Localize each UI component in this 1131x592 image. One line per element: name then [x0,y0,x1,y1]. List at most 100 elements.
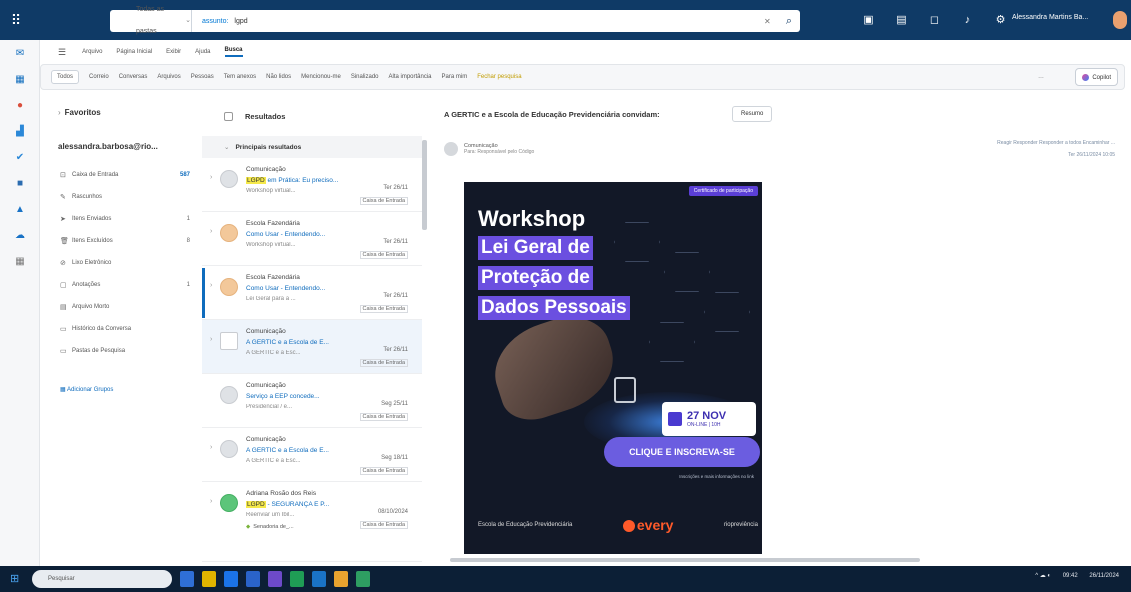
workshop-banner-image[interactable]: Certificado de participação Workshop Lei… [464,182,762,554]
outlook-icon[interactable] [246,571,260,587]
onedrive-icon[interactable]: ▲ [0,196,40,222]
email-actions[interactable]: Reagir Responder Responder a todos Encam… [997,140,1115,146]
menu-item-ajuda[interactable]: Ajuda [195,49,210,55]
expand-icon[interactable]: › [210,282,212,289]
app-icon[interactable] [356,571,370,587]
hex-decoration [614,222,660,262]
list-item[interactable]: › Comunicação A GERTIC e a Escola de E..… [202,320,422,374]
filter-has-attachments[interactable]: Tem anexos [224,74,256,80]
menu-item-busca[interactable]: Busca [224,47,243,57]
calendar-icon[interactable]: ▦ [0,66,40,92]
item-checkbox[interactable] [220,332,238,350]
menu-item-exibir[interactable]: Exibir [166,49,181,55]
tray-icons[interactable]: ^ ☁ ◐ [1035,573,1051,579]
word-taskbar-icon[interactable] [312,571,326,587]
gear-icon[interactable]: ⚙ [992,11,1009,29]
edge-icon[interactable] [224,571,238,587]
list-item[interactable]: Comunicação Serviço a EEP concede... Pre… [202,374,422,428]
folder-inbox[interactable]: ⊡ Caixa de Entrada 587 [60,164,190,186]
notes-icon[interactable]: ▤ [893,11,910,29]
chat-icon[interactable]: ◻ [926,11,943,29]
favorites-header[interactable]: › Favoritos [58,108,101,117]
clock-date[interactable]: 26/11/2024 [1089,573,1119,579]
avatar[interactable] [1113,11,1127,29]
message-subject: Como Usar - Entendendo... [246,231,326,238]
teams-icon[interactable]: ▣ [860,11,877,29]
excel-icon[interactable] [290,571,304,587]
avatar [220,494,238,512]
scrollbar-thumb[interactable] [450,558,920,562]
app-launcher-icon[interactable]: ⠿ [8,12,24,28]
filter-to-me[interactable]: Para mim [442,74,468,80]
search-field-label: assunto: [202,17,229,25]
banner-line-3: Dados Pessoais [478,296,630,320]
list-item[interactable]: › Escola Fazendária Como Usar - Entenden… [202,212,422,266]
list-scrollbar[interactable] [422,140,427,230]
taskbar-search[interactable]: Pesquisar [32,570,172,588]
list-item[interactable]: › Escola Fazendária Como Usar - Entenden… [202,266,422,320]
filter-conversations[interactable]: Conversas [119,74,148,80]
archive-icon: ▤ [60,304,67,311]
filter-flagged[interactable]: Sinalizado [351,74,379,80]
chrome-icon[interactable] [334,571,348,587]
hamburger-icon[interactable]: ☰ [58,47,66,58]
expand-icon[interactable]: › [210,228,212,235]
file-explorer-icon[interactable] [202,571,216,587]
search-box[interactable]: Todas as pastas ⌄ assunto: lgpd ✕ ⌕ [110,6,800,35]
cloud-icon[interactable]: ☁ [0,222,40,248]
filter-people[interactable]: Pessoas [191,74,214,80]
register-button[interactable]: CLIQUE E INSCREVA-SE [604,437,760,467]
filter-mentions[interactable]: Mencionou-me [301,74,341,80]
folder-junk[interactable]: ⊘ Lixo Eletrônico [60,252,190,274]
search-icon[interactable]: ⌕ [778,15,800,28]
copilot-button[interactable]: Copilot [1075,68,1118,86]
folder-notes[interactable]: ▢ Anotações 1 [60,274,190,296]
account-name[interactable]: alessandra.barbosa@rio... [58,142,158,151]
avatar[interactable] [444,142,458,156]
menu-item-arquivo[interactable]: Arquivo [82,49,102,55]
expand-icon[interactable]: › [210,336,212,343]
teams-taskbar-icon[interactable] [268,571,282,587]
filter-mail[interactable]: Correio [89,74,109,80]
filter-unread[interactable]: Não lidos [266,74,291,80]
horizontal-scrollbar[interactable] [430,556,1131,564]
groups-icon[interactable]: ▟ [0,118,40,144]
folder-search-folders[interactable]: ▭ Pastas de Pesquisa [60,340,190,362]
close-search-button[interactable]: Fechar pesquisa [477,74,521,80]
clock-time[interactable]: 09:42 [1063,573,1078,579]
taskview-icon[interactable] [180,571,194,587]
filter-all-chip[interactable]: Todos [51,70,80,84]
folder-conversation-history[interactable]: ▭ Histórico da Conversa [60,318,190,340]
windows-start-icon[interactable]: ⊞ [10,572,24,586]
folder-tag: Caixa de Entrada [359,359,408,367]
expand-icon[interactable]: › [210,498,212,505]
folder-archive[interactable]: ▤ Arquivo Morto [60,296,190,318]
people-icon[interactable]: ● [0,92,40,118]
todo-icon[interactable]: ✔ [0,144,40,170]
more-apps-icon[interactable]: ▦ [0,248,40,274]
more-options-icon[interactable]: … [1038,74,1044,80]
clear-search-icon[interactable]: ✕ [764,17,778,26]
list-item[interactable]: › Comunicação A GERTIC e a Escola de E..… [202,428,422,482]
mail-icon[interactable]: ✉ [0,40,40,66]
search-input[interactable]: assunto: lgpd [192,18,764,25]
section-header[interactable]: ⌄ Principais resultados [202,136,422,158]
menu-item-pagina-inicial[interactable]: Página Inicial [116,49,152,55]
user-name[interactable]: Alessandra Martins Ba... [1012,14,1088,21]
list-item[interactable]: › Adriana Rosão dos Reis LGPD - SEGURANÇ… [202,482,422,562]
add-groups-link[interactable]: ▦ Adicionar Grupos [60,386,113,393]
folder-sent[interactable]: ➤ Itens Enviados 1 [60,208,190,230]
message-date: Ter 26/11 [383,347,408,353]
expand-icon[interactable]: › [210,174,212,181]
word-icon[interactable]: ■ [0,170,40,196]
filter-files[interactable]: Arquivos [157,74,180,80]
search-scope-dropdown[interactable]: Todas as pastas ⌄ [110,6,192,35]
folder-deleted[interactable]: 🗑 Itens Excluídos 8 [60,230,190,252]
list-item[interactable]: › Comunicação LGPD em Prática: Eu precis… [202,158,422,212]
folder-drafts[interactable]: ✎ Rascunhos [60,186,190,208]
summary-button[interactable]: Resumo [732,106,773,122]
select-all-checkbox[interactable] [224,111,233,121]
filter-high-importance[interactable]: Alta importância [389,74,432,80]
bell-icon[interactable]: ♪ [959,11,976,29]
expand-icon[interactable]: › [210,444,212,451]
